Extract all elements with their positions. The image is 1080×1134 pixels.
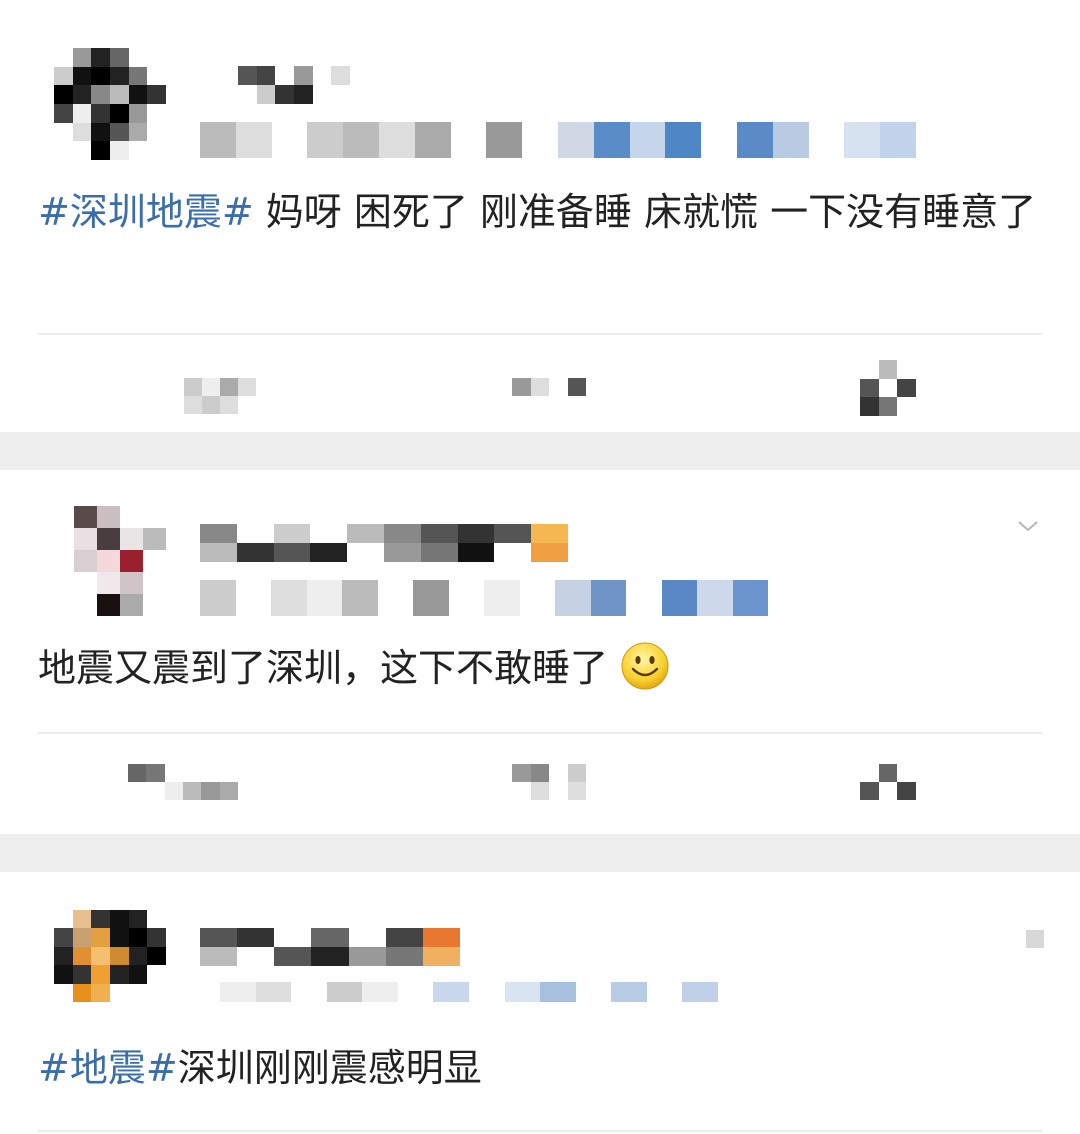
post-metadata-blurred [200, 580, 768, 616]
username-blurred[interactable] [200, 524, 568, 562]
dropdown-chevron-icon[interactable] [1016, 518, 1040, 537]
like-button[interactable] [860, 764, 916, 800]
more-options-icon[interactable] [1026, 930, 1044, 952]
post-card-3: #地震#深圳刚刚震感明显 [0, 872, 1080, 1134]
post-card-1: #深圳地震# 妈呀 困死了 刚准备睡 床就慌 一下没有睡意了 [0, 0, 1080, 432]
topic-hashtag[interactable]: #地震# [38, 1046, 178, 1090]
action-divider [38, 333, 1042, 335]
post-card-2: 地震又震到了深圳，这下不敢睡了 [0, 470, 1080, 834]
action-divider [38, 732, 1042, 734]
smiley-emoji-icon [620, 641, 670, 708]
post-text-3: #地震#深圳刚刚震感明显 [38, 1038, 1040, 1098]
post-metadata-blurred [220, 982, 718, 1002]
share-button[interactable] [184, 378, 256, 414]
post-body: 地震又震到了深圳，这下不敢睡了 [38, 646, 609, 690]
avatar-blurred[interactable] [54, 48, 166, 160]
avatar-blurred[interactable] [74, 506, 166, 616]
post-separator [0, 834, 1080, 872]
post-separator [0, 432, 1080, 470]
post-metadata-blurred [200, 122, 916, 158]
post-body: 妈呀 困死了 刚准备睡 床就慌 一下没有睡意了 [253, 190, 1037, 234]
post-text-2: 地震又震到了深圳，这下不敢睡了 [38, 638, 1040, 708]
topic-hashtag[interactable]: #深圳地震# [38, 190, 254, 234]
post-text-1: #深圳地震# 妈呀 困死了 刚准备睡 床就慌 一下没有睡意了 [38, 182, 1040, 242]
comment-button[interactable] [512, 378, 586, 396]
post-body: 深圳刚刚震感明显 [177, 1046, 482, 1090]
action-divider [38, 1130, 1042, 1132]
share-button[interactable] [128, 764, 238, 800]
username-blurred[interactable] [200, 928, 460, 966]
comment-button[interactable] [512, 764, 586, 800]
like-button[interactable] [860, 360, 916, 416]
username-blurred[interactable] [238, 66, 350, 104]
avatar-blurred[interactable] [54, 910, 166, 1002]
